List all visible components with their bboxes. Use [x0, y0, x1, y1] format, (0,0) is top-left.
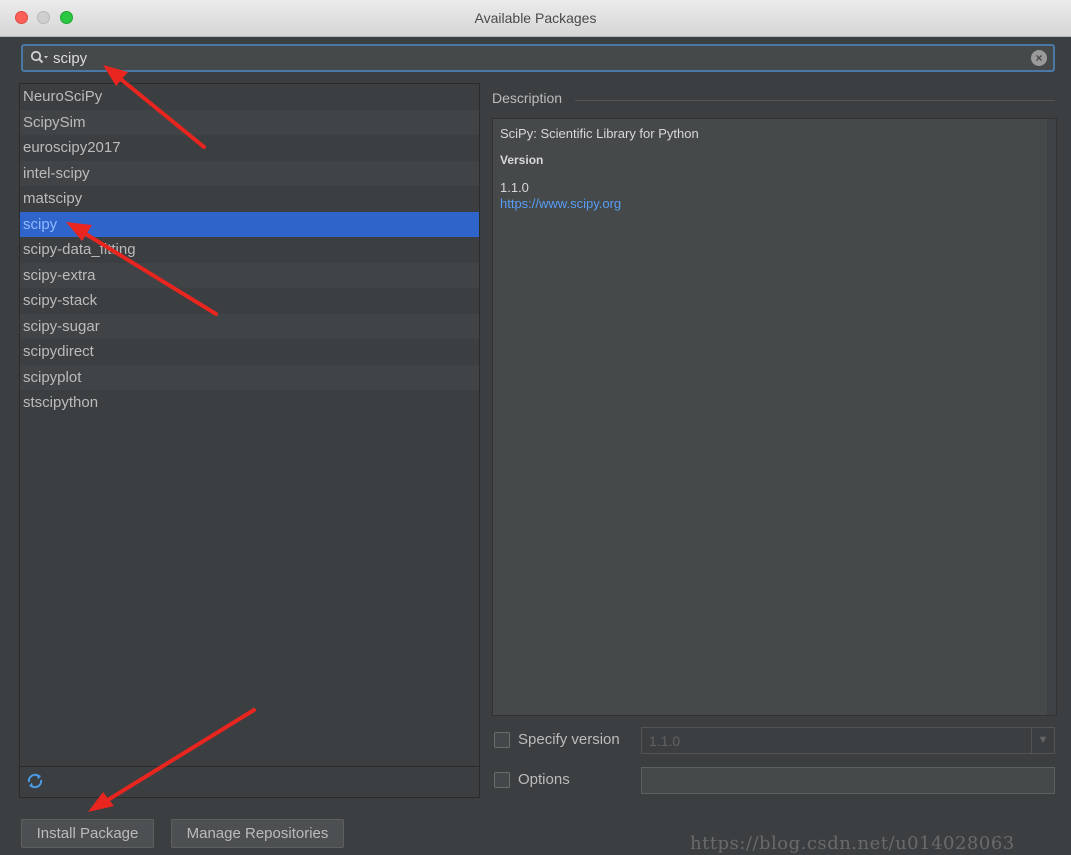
empty-row	[20, 416, 479, 442]
empty-row	[20, 620, 479, 646]
package-list-toolbar	[19, 767, 480, 798]
empty-row	[20, 645, 479, 671]
window-title: Available Packages	[474, 10, 597, 26]
package-row[interactable]: NeuroSciPy	[20, 84, 479, 110]
empty-row	[20, 569, 479, 595]
package-row[interactable]: scipyplot	[20, 364, 479, 390]
description-scrollbar[interactable]	[1047, 119, 1056, 715]
available-packages-window: Available Packages × NeuroSciPyScipySime…	[0, 0, 1071, 855]
watermark: https://blog.csdn.net/u014028063	[690, 833, 1015, 854]
version-select-value: 1.1.0	[649, 733, 681, 749]
empty-row	[20, 671, 479, 697]
search-field[interactable]: ×	[21, 44, 1055, 72]
empty-row	[20, 594, 479, 620]
search-input[interactable]	[53, 49, 1013, 67]
empty-row	[20, 467, 479, 493]
options-checkbox[interactable]	[494, 772, 510, 788]
package-row[interactable]: scipy	[20, 211, 479, 237]
empty-row	[20, 696, 479, 722]
package-row[interactable]: scipy-extra	[20, 262, 479, 288]
title-bar: Available Packages	[0, 0, 1071, 37]
package-row[interactable]: scipy-data_fitting	[20, 237, 479, 263]
package-row[interactable]: scipy-stack	[20, 288, 479, 314]
empty-row	[20, 518, 479, 544]
specify-version-label: Specify version	[518, 731, 620, 748]
package-row[interactable]: matscipy	[20, 186, 479, 212]
homepage-link[interactable]: https://www.scipy.org	[500, 196, 621, 211]
description-label: Description	[492, 90, 563, 106]
package-row[interactable]: scipy-sugar	[20, 313, 479, 339]
options-label: Options	[518, 771, 570, 788]
empty-row	[20, 747, 479, 766]
description-divider	[575, 100, 1055, 101]
empty-row	[20, 492, 479, 518]
package-row[interactable]: scipydirect	[20, 339, 479, 365]
options-input[interactable]	[641, 767, 1055, 794]
description-title: SciPy: Scientific Library for Python	[500, 126, 699, 141]
chevron-down-icon[interactable]: ▼	[1031, 728, 1054, 753]
package-row[interactable]: intel-scipy	[20, 160, 479, 186]
version-heading: Version	[500, 153, 544, 167]
version-select[interactable]: 1.1.0 ▼	[641, 727, 1055, 754]
refresh-icon[interactable]	[26, 772, 44, 790]
package-list[interactable]: NeuroSciPy ScipySim euroscipy2017 intel-sci…	[19, 83, 480, 767]
empty-row	[20, 543, 479, 569]
manage-repositories-button[interactable]: Manage Repositories	[171, 819, 344, 848]
version-value: 1.1.0	[500, 180, 529, 195]
clear-search-icon[interactable]: ×	[1031, 50, 1047, 66]
package-row[interactable]: stscipython	[20, 390, 479, 416]
package-row[interactable]: ScipySim	[20, 109, 479, 135]
empty-row	[20, 441, 479, 467]
description-panel: SciPy: Scientific Library for Python Ver…	[492, 118, 1057, 716]
specify-version-checkbox[interactable]	[494, 732, 510, 748]
install-package-button[interactable]: Install Package	[21, 819, 154, 848]
empty-row	[20, 722, 479, 748]
search-icon[interactable]	[30, 50, 50, 66]
package-row[interactable]: euroscipy2017	[20, 135, 479, 161]
